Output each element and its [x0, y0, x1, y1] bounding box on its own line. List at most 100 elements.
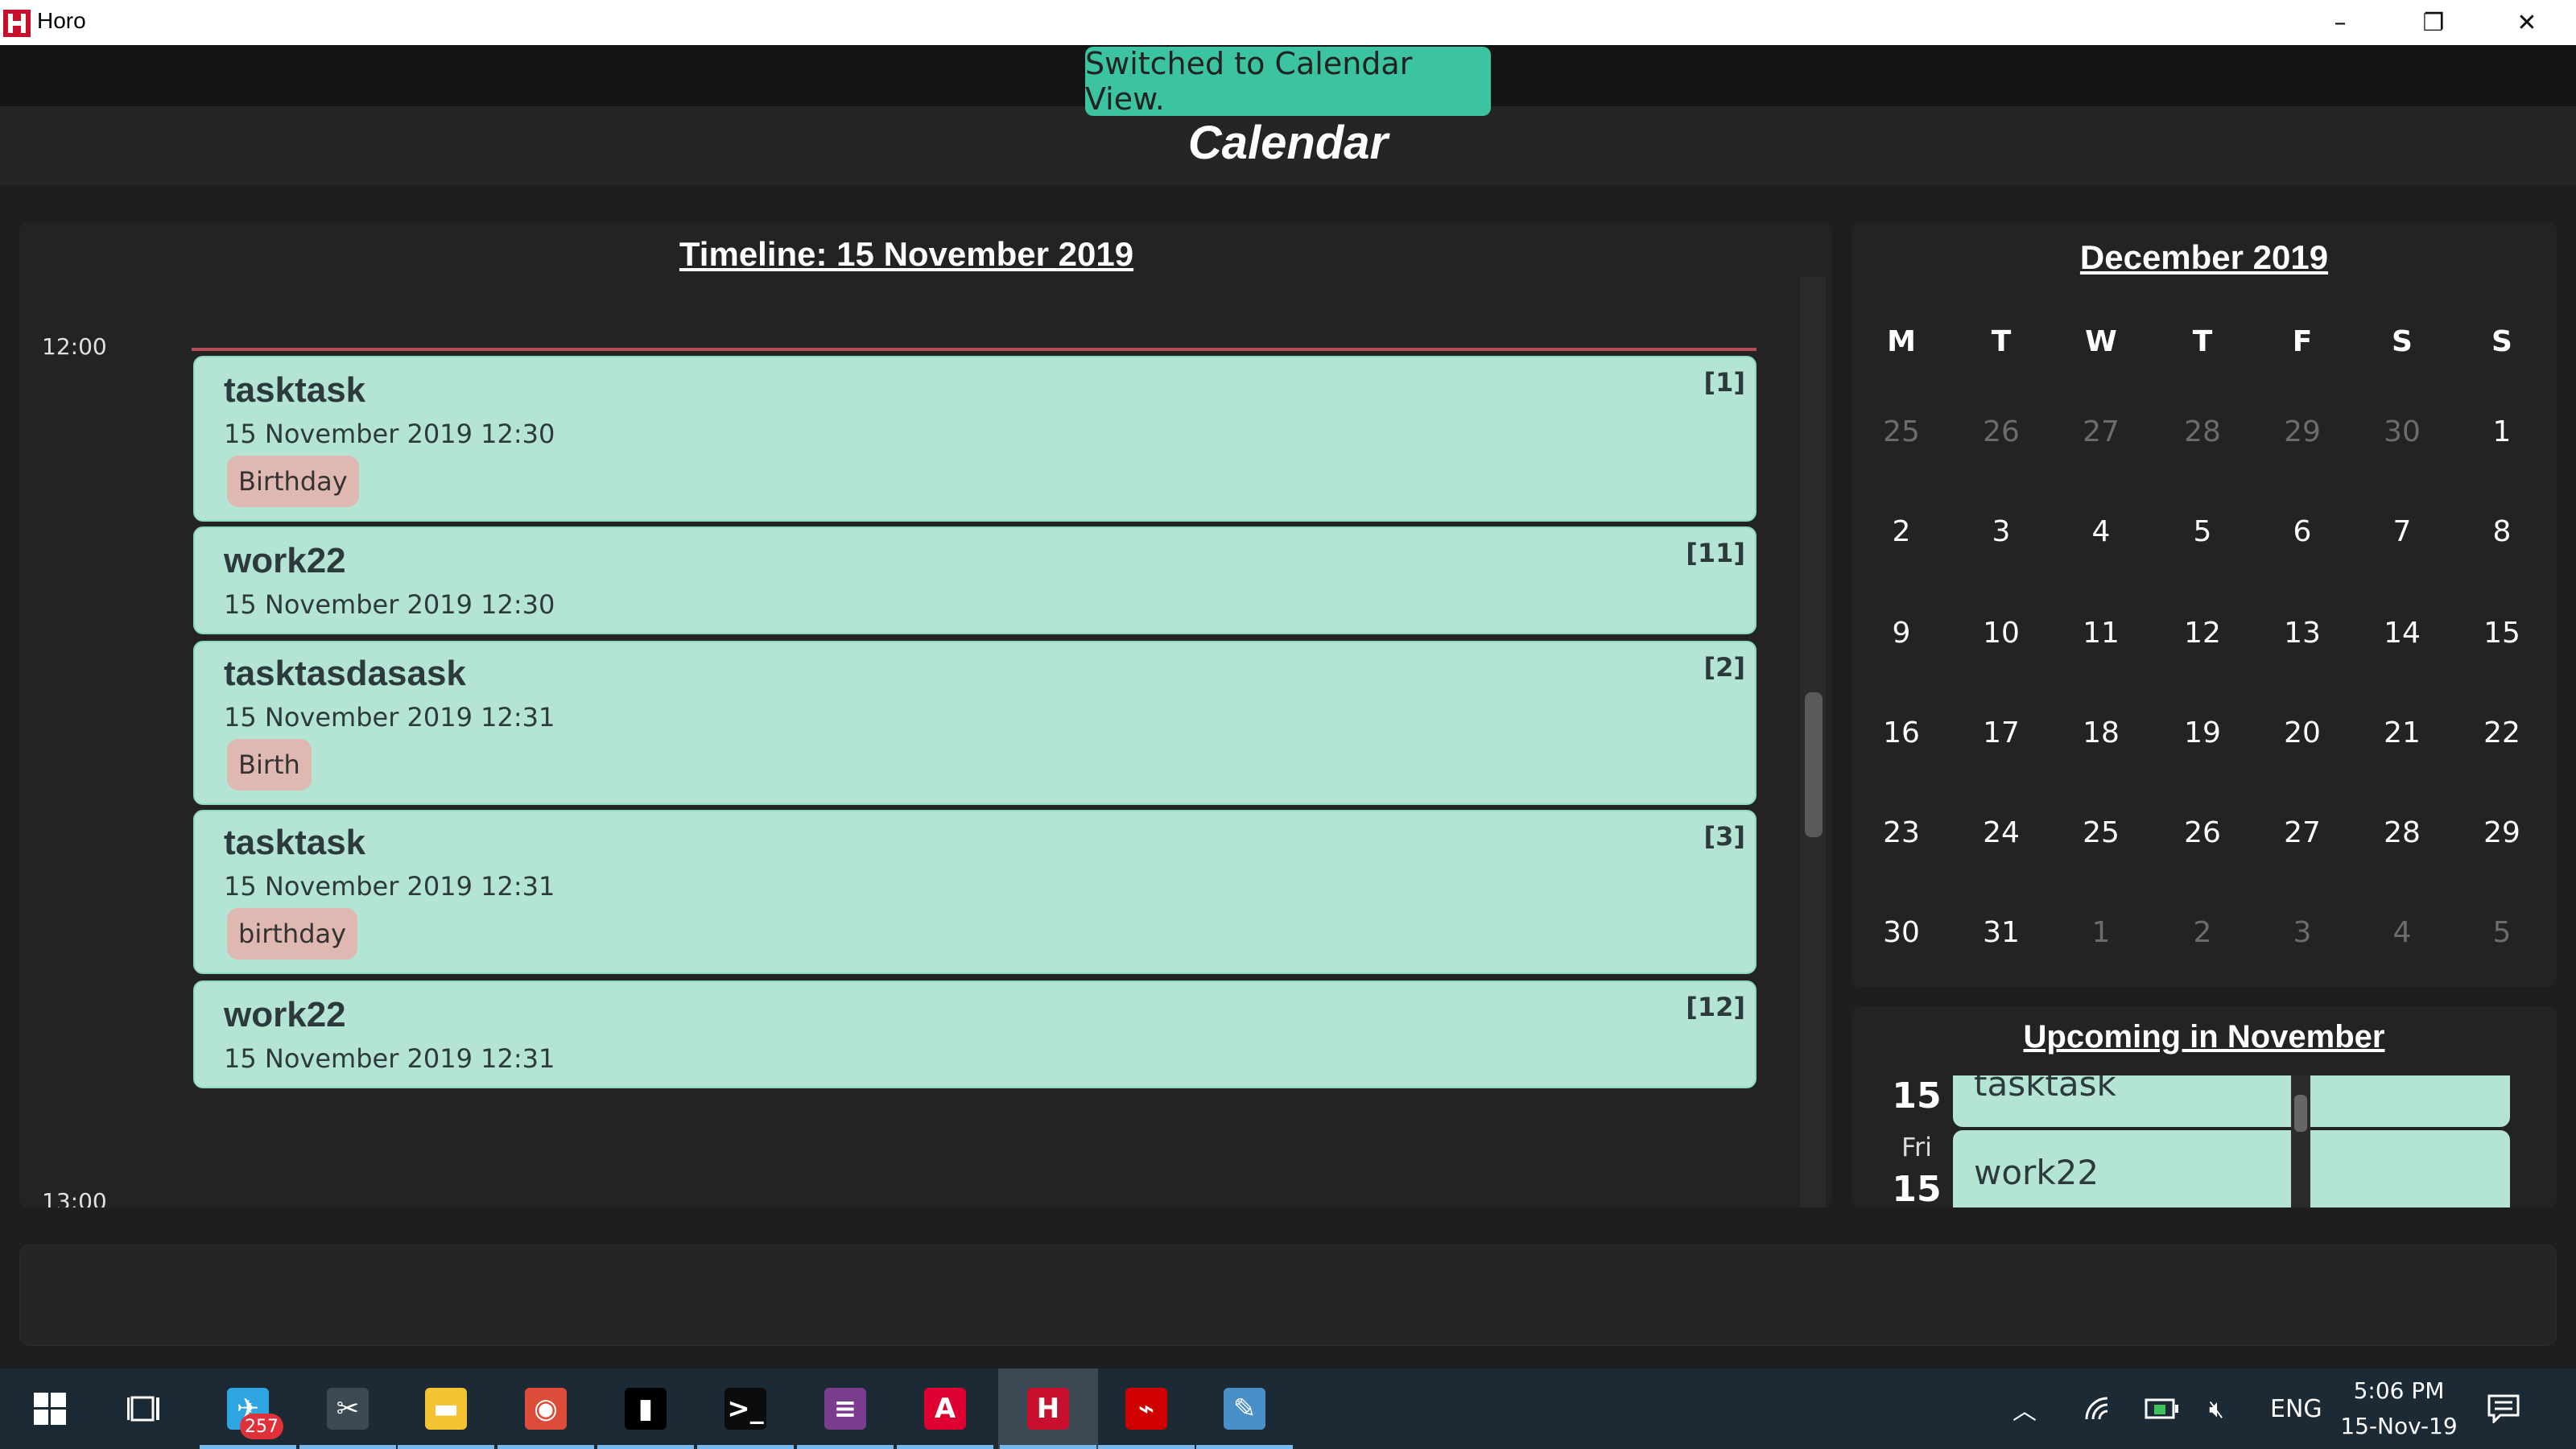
wifi-icon[interactable] — [2083, 1368, 2116, 1449]
calendar-day[interactable]: 17 — [1961, 716, 2041, 749]
clock-date: 15-Nov-19 — [2340, 1413, 2458, 1439]
windows-logo-icon — [34, 1393, 66, 1425]
calendar-day[interactable]: 26 — [2162, 816, 2243, 849]
task-card[interactable]: work22 15 November 2019 12:31 [12] — [193, 980, 1757, 1088]
notifications-icon[interactable] — [2487, 1368, 2520, 1449]
calendar-day[interactable]: 2 — [2162, 916, 2243, 949]
calendar-day[interactable]: 3 — [2262, 916, 2343, 949]
upcoming-card-name: work22 — [1974, 1153, 2099, 1192]
winrar-taskbar-button[interactable]: ≡ — [795, 1368, 895, 1449]
current-time-line — [192, 348, 1757, 351]
calendar-day[interactable]: 18 — [2061, 716, 2141, 749]
upcoming-scroll-thumb[interactable] — [2294, 1095, 2307, 1132]
file-explorer-taskbar-button[interactable]: ▬ — [396, 1368, 496, 1449]
calendar-day[interactable]: 5 — [2162, 515, 2243, 548]
calendar-day[interactable]: 15 — [2462, 617, 2542, 650]
snipping-tool-icon: ✂ — [327, 1388, 369, 1430]
calendar-day[interactable]: 28 — [2162, 415, 2243, 448]
calendar-day[interactable]: 14 — [2362, 617, 2442, 650]
calendar-day[interactable]: 27 — [2262, 816, 2343, 849]
calendar-day[interactable]: 30 — [2362, 415, 2442, 448]
file-explorer-icon: ▬ — [425, 1388, 467, 1430]
calendar-day[interactable]: 13 — [2262, 617, 2343, 650]
upcoming-card[interactable]: tasktask — [1953, 1075, 2510, 1127]
calendar-day[interactable]: 8 — [2462, 515, 2542, 548]
task-date: 15 November 2019 12:30 — [224, 589, 555, 620]
calendar-day[interactable]: 5 — [2462, 916, 2542, 949]
task-tag[interactable]: Birth — [227, 739, 312, 791]
task-tag[interactable]: Birthday — [227, 456, 359, 507]
acrobat-icon: ⌁ — [1125, 1388, 1167, 1430]
command-prompt-taskbar-button[interactable]: >_ — [696, 1368, 795, 1449]
calendar-day[interactable]: 31 — [1961, 916, 2041, 949]
command-prompt-icon: >_ — [724, 1388, 766, 1430]
command-input[interactable] — [19, 1245, 2557, 1346]
calendar-day[interactable]: 22 — [2462, 716, 2542, 749]
task-index: [12] — [1686, 992, 1745, 1022]
task-index: [11] — [1686, 538, 1745, 568]
task-date: 15 November 2019 12:31 — [224, 702, 555, 733]
volume-muted-icon[interactable]: 🔇︎ — [2209, 1368, 2224, 1449]
calendar-day[interactable]: 23 — [1861, 816, 1942, 849]
weekday-header: F — [2292, 325, 2313, 358]
snipping-tool-taskbar-button[interactable]: ✂ — [298, 1368, 398, 1449]
calendar-day[interactable]: 29 — [2262, 415, 2343, 448]
language-indicator[interactable]: ENG — [2270, 1368, 2322, 1449]
calendar-day[interactable]: 1 — [2061, 916, 2141, 949]
task-tag[interactable]: birthday — [227, 908, 358, 960]
calendar-day[interactable]: 19 — [2162, 716, 2243, 749]
task-card[interactable]: tasktask 15 November 2019 12:30 Birthday… — [193, 356, 1757, 522]
calendar-day[interactable]: 3 — [1961, 515, 2041, 548]
horo-taskbar-button[interactable]: H — [998, 1368, 1098, 1449]
calendar-day[interactable]: 1 — [2462, 415, 2542, 448]
calendar-day[interactable]: 30 — [1861, 916, 1942, 949]
calendar-day[interactable]: 16 — [1861, 716, 1942, 749]
calendar-day[interactable]: 25 — [1861, 415, 1942, 448]
calendar-day[interactable]: 27 — [2061, 415, 2141, 448]
task-card[interactable]: tasktask 15 November 2019 12:31 birthday… — [193, 810, 1757, 974]
window-titlebar: Horo – ❐ ✕ — [0, 0, 2576, 45]
calendar-day[interactable]: 11 — [2061, 617, 2141, 650]
calendar-day[interactable]: 9 — [1861, 617, 1942, 650]
minimize-button[interactable]: – — [2294, 0, 2386, 45]
upcoming-weekday: Fri — [1901, 1132, 1933, 1162]
timeline-title: Timeline: 15 November 2019 — [679, 235, 1134, 273]
battery-icon[interactable] — [2145, 1368, 2180, 1449]
calendar-day[interactable]: 6 — [2262, 515, 2343, 548]
calendar-day[interactable]: 20 — [2262, 716, 2343, 749]
chrome-taskbar-button[interactable]: ◉ — [496, 1368, 596, 1449]
timeline-scroll-thumb[interactable] — [1805, 692, 1823, 837]
task-view-button[interactable] — [95, 1368, 195, 1449]
terminal-taskbar-button[interactable]: ▮ — [596, 1368, 696, 1449]
angular-taskbar-button[interactable]: A — [895, 1368, 995, 1449]
task-name: work22 — [224, 995, 346, 1034]
calendar-day[interactable]: 28 — [2362, 816, 2442, 849]
task-date: 15 November 2019 12:31 — [224, 871, 555, 902]
paint-taskbar-button[interactable]: ✎ — [1195, 1368, 1294, 1449]
calendar-day[interactable]: 4 — [2362, 916, 2442, 949]
time-label: 12:00 — [42, 333, 107, 360]
upcoming-card[interactable]: work22 — [1953, 1130, 2510, 1208]
close-button[interactable]: ✕ — [2481, 0, 2573, 45]
calendar-day[interactable]: 4 — [2061, 515, 2141, 548]
task-date: 15 November 2019 12:31 — [224, 1043, 555, 1074]
calendar-day[interactable]: 21 — [2362, 716, 2442, 749]
acrobat-taskbar-button[interactable]: ⌁ — [1096, 1368, 1196, 1449]
calendar-day[interactable]: 29 — [2462, 816, 2542, 849]
calendar-day[interactable]: 7 — [2362, 515, 2442, 548]
taskbar-clock[interactable]: 5:06 PM 15-Nov-19 — [2334, 1373, 2463, 1444]
start-button[interactable] — [0, 1368, 100, 1449]
chevron-up-icon[interactable]: ︿ — [2013, 1368, 2037, 1449]
task-card[interactable]: work22 15 November 2019 12:30 [11] — [193, 526, 1757, 634]
calendar-day[interactable]: 2 — [1861, 515, 1942, 548]
task-card[interactable]: tasktasdasask 15 November 2019 12:31 Bir… — [193, 641, 1757, 805]
calendar-day[interactable]: 12 — [2162, 617, 2243, 650]
calendar-day[interactable]: 24 — [1961, 816, 2041, 849]
chrome-icon: ◉ — [525, 1388, 567, 1430]
winrar-icon: ≡ — [824, 1388, 866, 1430]
calendar-day[interactable]: 25 — [2061, 816, 2141, 849]
calendar-day[interactable]: 10 — [1961, 617, 2041, 650]
angular-icon: A — [924, 1388, 966, 1430]
calendar-day[interactable]: 26 — [1961, 415, 2041, 448]
maximize-button[interactable]: ❐ — [2388, 0, 2479, 45]
